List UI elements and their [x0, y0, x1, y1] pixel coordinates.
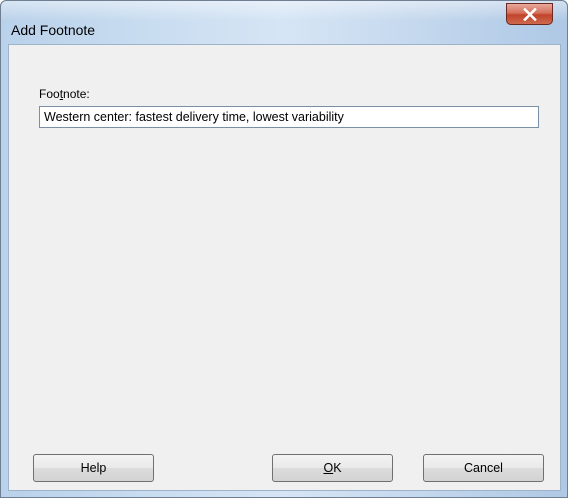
help-button[interactable]: Help	[33, 454, 154, 482]
footnote-label: Footnote:	[39, 87, 90, 101]
ok-label-rest: K	[333, 461, 342, 475]
footnote-input[interactable]: Western center: fastest delivery time, l…	[39, 106, 539, 128]
add-footnote-dialog: Add Footnote Footnote: Western center: f…	[0, 0, 568, 498]
close-button[interactable]	[506, 3, 553, 25]
dialog-title: Add Footnote	[11, 22, 96, 38]
ok-mnemonic: O	[323, 461, 334, 475]
close-icon	[523, 8, 537, 21]
cancel-button[interactable]: Cancel	[423, 454, 544, 482]
ok-button[interactable]: OK	[272, 454, 393, 482]
title-bar[interactable]: Add Footnote	[1, 1, 567, 45]
footnote-label-suffix: note:	[63, 87, 90, 101]
footnote-label-prefix: Foo	[39, 87, 60, 101]
dialog-body: Footnote: Western center: fastest delive…	[8, 44, 561, 491]
